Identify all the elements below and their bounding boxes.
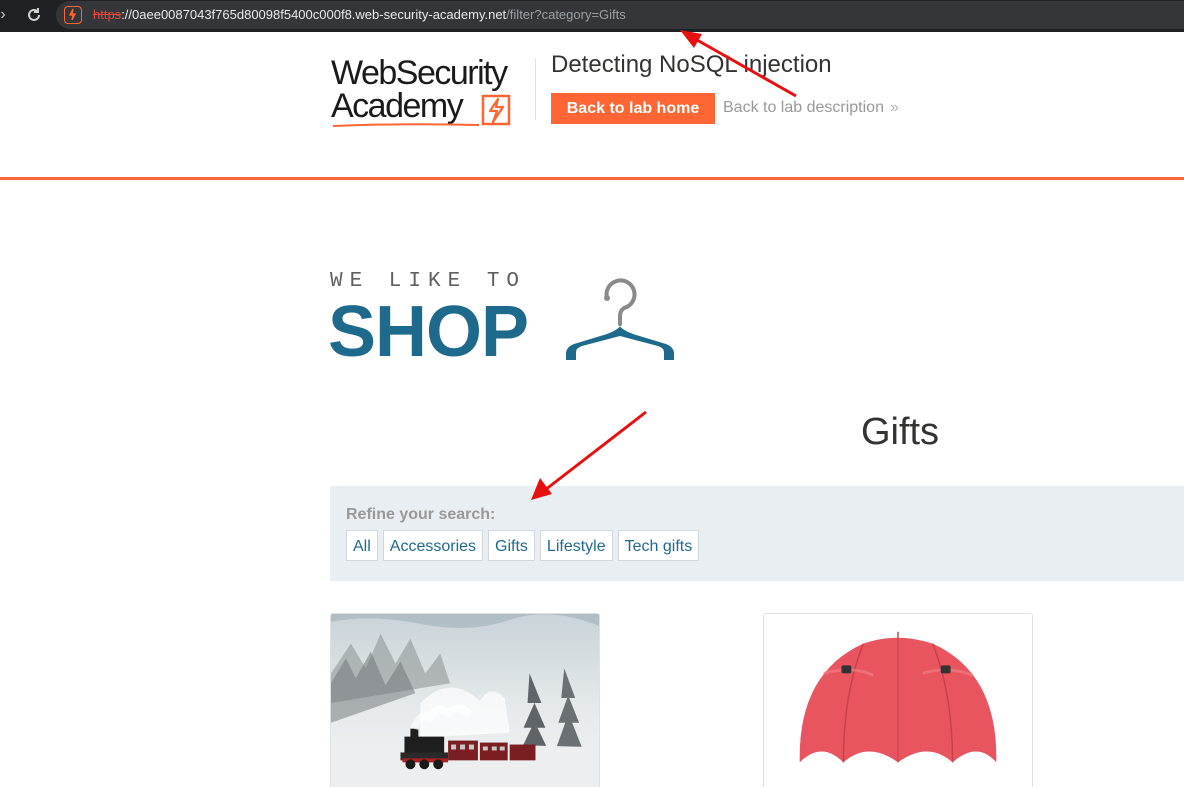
logo-bolt-icon bbox=[481, 94, 511, 126]
red-umbrella-image[interactable] bbox=[764, 614, 1032, 787]
logo-line-2: Academy bbox=[331, 87, 464, 125]
header-divider bbox=[535, 58, 536, 120]
hanger-icon bbox=[566, 278, 674, 360]
reload-icon[interactable] bbox=[24, 4, 44, 26]
filter-tag-all[interactable]: All bbox=[346, 530, 378, 561]
address-bar[interactable]: https://0aee0087043f765d80098f5400c000f8… bbox=[56, 1, 1184, 29]
back-to-lab-description-link[interactable]: Back to lab description » bbox=[723, 98, 899, 118]
steam-train-image[interactable] bbox=[331, 614, 599, 787]
filter-tag-gifts[interactable]: Gifts bbox=[488, 530, 535, 561]
filter-panel: Refine your search: All Accessories Gift… bbox=[330, 486, 1184, 581]
double-chevron-right-icon: » bbox=[889, 99, 899, 116]
back-to-lab-description-label: Back to lab description bbox=[723, 99, 884, 116]
url-scheme: https bbox=[93, 7, 122, 22]
header-orange-rule bbox=[0, 177, 1184, 180]
filter-tag-list: All Accessories Gifts Lifestyle Tech gif… bbox=[346, 530, 700, 561]
logo-line-1: WebSecurity bbox=[331, 54, 508, 92]
web-security-academy-logo[interactable]: WebSecurity Academy bbox=[331, 56, 531, 128]
browser-toolbar: › https://0aee0087043f765d80098f5400c000… bbox=[0, 0, 1184, 32]
category-heading: Gifts bbox=[860, 411, 940, 453]
filter-tag-lifestyle[interactable]: Lifestyle bbox=[539, 530, 613, 561]
filter-tag-tech-gifts[interactable]: Tech gifts bbox=[617, 530, 700, 561]
back-to-lab-home-button[interactable]: Back to lab home bbox=[551, 93, 715, 124]
shop-word: SHOP bbox=[328, 292, 529, 372]
forward-icon[interactable]: › bbox=[0, 4, 10, 26]
page-root: › https://0aee0087043f765d80098f5400c000… bbox=[0, 0, 1184, 787]
academy-header: WebSecurity Academy Detecting NoSQL inje… bbox=[0, 32, 1184, 182]
url-host: ://0aee0087043f765d80098f5400c000f8.web-… bbox=[121, 7, 507, 22]
product-card bbox=[763, 613, 1033, 787]
url-path: /filter?category=Gifts bbox=[506, 7, 626, 22]
shop-tagline: WE LIKE TO bbox=[330, 270, 527, 293]
logo-underline bbox=[332, 123, 480, 127]
filter-label: Refine your search: bbox=[346, 506, 496, 523]
site-lightning-icon[interactable] bbox=[64, 6, 82, 24]
filter-tag-accessories[interactable]: Accessories bbox=[382, 530, 484, 561]
lab-title: Detecting NoSQL injection bbox=[551, 51, 832, 78]
shop-logo: WE LIKE TO SHOP bbox=[328, 270, 690, 372]
product-card bbox=[330, 613, 600, 787]
url-text[interactable]: https://0aee0087043f765d80098f5400c000f8… bbox=[93, 7, 626, 23]
